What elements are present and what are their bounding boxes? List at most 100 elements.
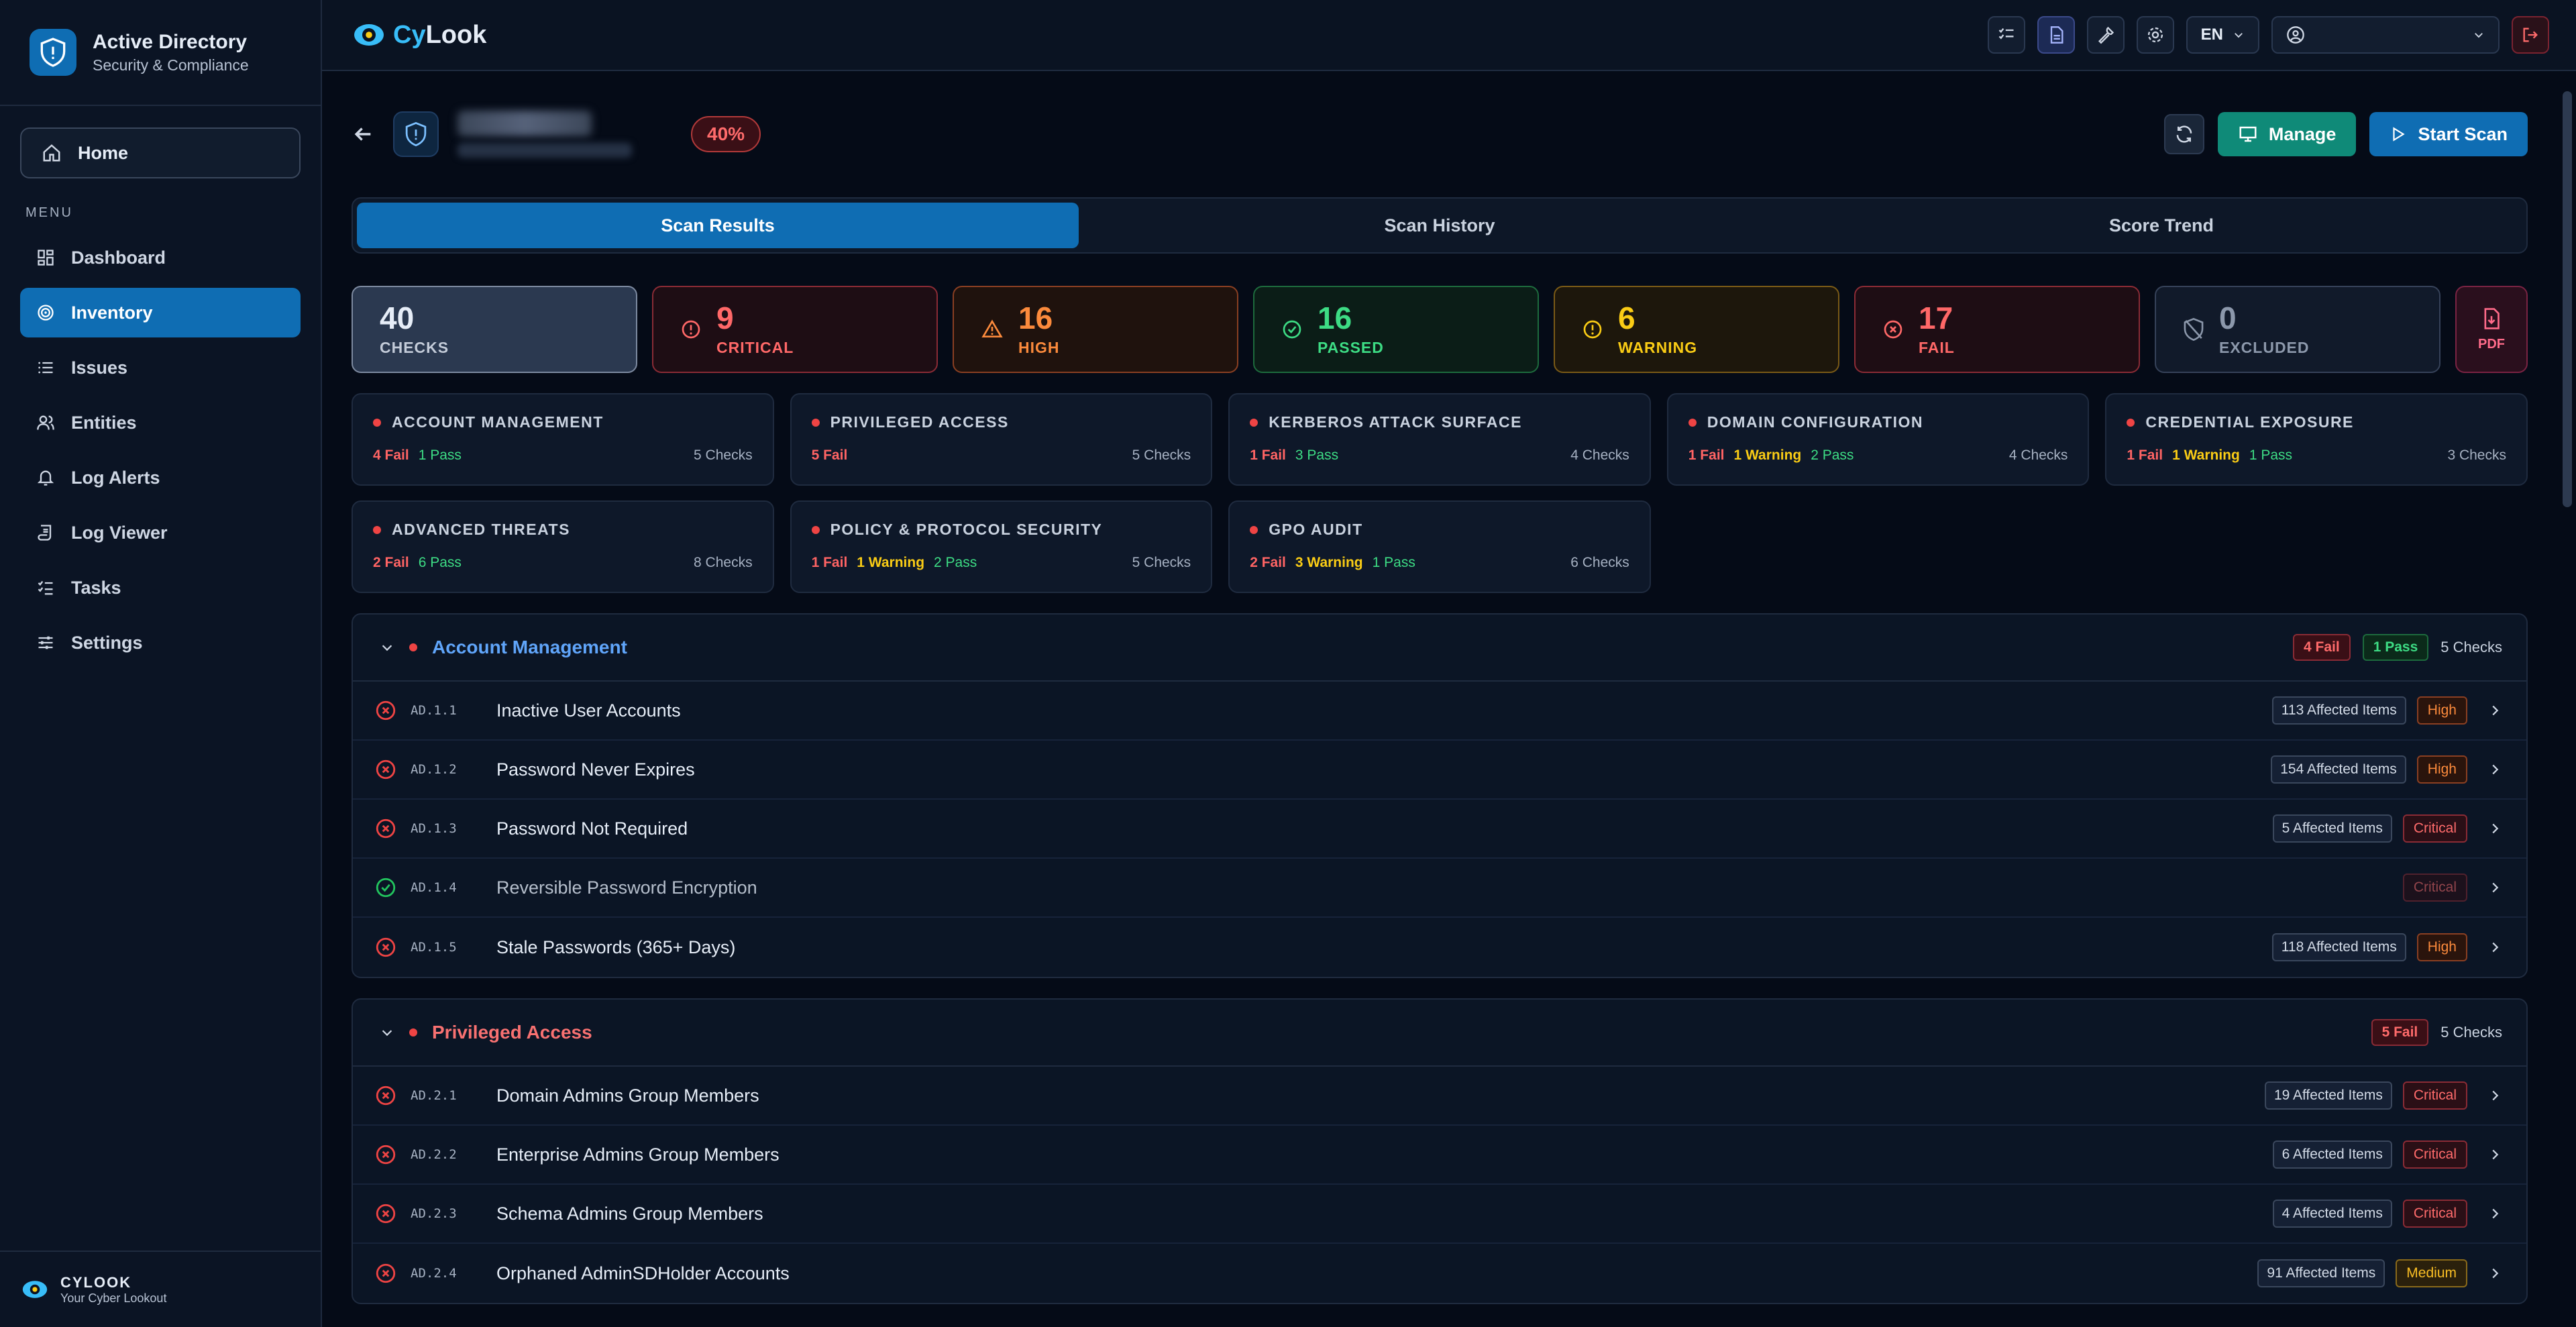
fail-count: 1 Fail [1250,447,1286,463]
x-circle-icon [376,937,396,957]
status-dot [811,525,820,534]
sidebar-item-log-alerts[interactable]: Log Alerts [20,453,301,502]
pdf-export-button[interactable]: PDF [2455,286,2528,373]
sidebar-item-issues[interactable]: Issues [20,343,301,392]
affected-items-badge: 19 Affected Items [2264,1081,2392,1110]
refresh-button[interactable] [2163,114,2204,154]
fail-count: 4 Fail [373,447,409,463]
table-row[interactable]: AD.1.2 Password Never Expires 154 Affect… [353,741,2526,800]
back-arrow-icon[interactable] [352,123,374,146]
chevron-right-icon[interactable] [2487,703,2502,718]
table-row[interactable]: AD.2.2 Enterprise Admins Group Members 6… [353,1126,2526,1185]
stat-label: CHECKS [380,338,449,356]
table-row[interactable]: AD.2.4 Orphaned AdminSDHolder Accounts 9… [353,1244,2526,1303]
table-row[interactable]: AD.2.1 Domain Admins Group Members 19 Af… [353,1067,2526,1126]
affected-items-badge: 118 Affected Items [2271,933,2406,961]
stat-passed[interactable]: 16 PASSED [1253,286,1539,373]
warning-count: 1 Warning [1733,447,1802,463]
category-card[interactable]: ACCOUNT MANAGEMENT 4 Fail 1 Pass 5 Checks [352,393,774,486]
stat-value: 16 [1018,300,1053,335]
checks-count: 5 Checks [2440,639,2502,655]
stat-checks[interactable]: 40 CHECKS [352,286,637,373]
category-card[interactable]: GPO AUDIT 2 Fail 3 Warning 1 Pass 6 Checks [1228,500,1651,593]
chevron-right-icon[interactable] [2487,1206,2502,1221]
logout-button[interactable] [2512,16,2549,54]
language-select[interactable]: EN [2186,16,2259,54]
chevron-right-icon[interactable] [2487,1088,2502,1103]
stat-warning[interactable]: 6 WARNING [1554,286,1839,373]
start-scan-button[interactable]: Start Scan [2369,112,2528,156]
chevron-right-icon[interactable] [2487,1147,2502,1162]
sidebar-item-settings[interactable]: Settings [20,618,301,668]
checks-count: 5 Checks [694,447,753,463]
sidebar-item-log-viewer[interactable]: Log Viewer [20,508,301,558]
sidebar-item-entities[interactable]: Entities [20,398,301,447]
category-card[interactable]: KERBEROS ATTACK SURFACE 1 Fail 3 Pass 4 Ch… [1228,393,1651,486]
sidebar-footer: CYLOOK Your Cyber Lookout [0,1251,321,1327]
stat-label: WARNING [1618,338,1698,356]
chevron-right-icon[interactable] [2487,821,2502,836]
section-header[interactable]: Privileged Access 5 Fail 5 Checks [353,1000,2526,1067]
table-row[interactable]: AD.1.4 Reversible Password Encryption Cr… [353,859,2526,918]
checklist-icon [1998,28,2014,40]
category-card[interactable]: CREDENTIAL EXPOSURE 1 Fail 1 Warning 1 Pas… [2105,393,2528,486]
manage-button[interactable]: Manage [2217,112,2357,156]
check-name: Password Never Expires [496,759,695,780]
chevron-down-icon[interactable] [380,640,394,655]
tools-button[interactable] [2086,16,2125,54]
category-card[interactable]: POLICY & PROTOCOL SECURITY 1 Fail 1 Warni… [790,500,1213,593]
severity-badge: Critical [2402,1081,2467,1110]
sidebar-item-dashboard[interactable]: Dashboard [20,233,301,282]
section-header[interactable]: Account Management 4 Fail 1 Pass 5 Check… [353,615,2526,682]
table-row[interactable]: AD.2.3 Schema Admins Group Members 4 Aff… [353,1185,2526,1244]
warning-count: 1 Warning [2172,447,2240,463]
severity-badge: Critical [2402,1200,2467,1228]
start-scan-label: Start Scan [2418,123,2508,144]
table-row[interactable]: AD.1.1 Inactive User Accounts 113 Affect… [353,682,2526,741]
home-button[interactable]: Home [20,127,301,178]
chevron-down-icon[interactable] [380,1025,394,1040]
chevron-right-icon[interactable] [2487,1266,2502,1281]
cylook-logo[interactable]: CyLook [352,20,486,50]
checks-count: 5 Checks [1132,447,1191,463]
category-card[interactable]: PRIVILEGED ACCESS 5 Fail 5 Checks [790,393,1213,486]
x-circle-icon [376,1085,396,1106]
category-card[interactable]: DOMAIN CONFIGURATION 1 Fail 1 Warning 2 Pa… [1666,393,2090,486]
category-title: KERBEROS ATTACK SURFACE [1269,413,1522,431]
sidebar-item-tasks[interactable]: Tasks [20,563,301,613]
user-menu[interactable] [2271,16,2500,54]
shield-off-icon [2184,318,2204,341]
status-dot [811,418,820,427]
check-code: AD.2.3 [411,1206,457,1221]
category-card[interactable]: ADVANCED THREATS 2 Fail 6 Pass 8 Checks [352,500,774,593]
tab-scan-results[interactable]: Scan Results [357,203,1079,248]
chevron-right-icon[interactable] [2487,880,2502,895]
users-icon [37,415,54,430]
affected-items-badge: 91 Affected Items [2257,1259,2385,1287]
stat-high[interactable]: 16 HIGH [953,286,1238,373]
fail-count: 2 Fail [373,555,409,570]
pdf-label: PDF [2478,336,2505,352]
severity-badge: Critical [2402,814,2467,843]
x-circle-icon [376,818,396,839]
check-name: Inactive User Accounts [496,700,681,721]
check-name: Orphaned AdminSDHolder Accounts [496,1263,790,1283]
sidebar-item-inventory[interactable]: Inventory [20,288,301,337]
stat-critical[interactable]: 9 CRITICAL [652,286,938,373]
sidebar-item-label: Issues [71,357,128,378]
tab-scan-history[interactable]: Scan History [1079,203,1801,248]
stat-excluded[interactable]: 0 EXCLUDED [2155,286,2440,373]
checks-count: 5 Checks [1132,555,1191,570]
pass-count: 1 Pass [418,447,462,463]
report-button[interactable] [2037,16,2075,54]
table-row[interactable]: AD.1.3 Password Not Required 5 Affected … [353,800,2526,859]
stat-value: 0 [2219,300,2237,335]
table-row[interactable]: AD.1.5 Stale Passwords (365+ Days) 118 A… [353,918,2526,977]
scrollbar[interactable] [2563,91,2572,507]
tab-score-trend[interactable]: Score Trend [1801,203,2522,248]
chevron-right-icon[interactable] [2487,940,2502,955]
settings-button[interactable] [2136,16,2174,54]
stat-fail[interactable]: 17 FAIL [1854,286,2140,373]
tasks-button[interactable] [1987,16,2025,54]
chevron-right-icon[interactable] [2487,762,2502,777]
